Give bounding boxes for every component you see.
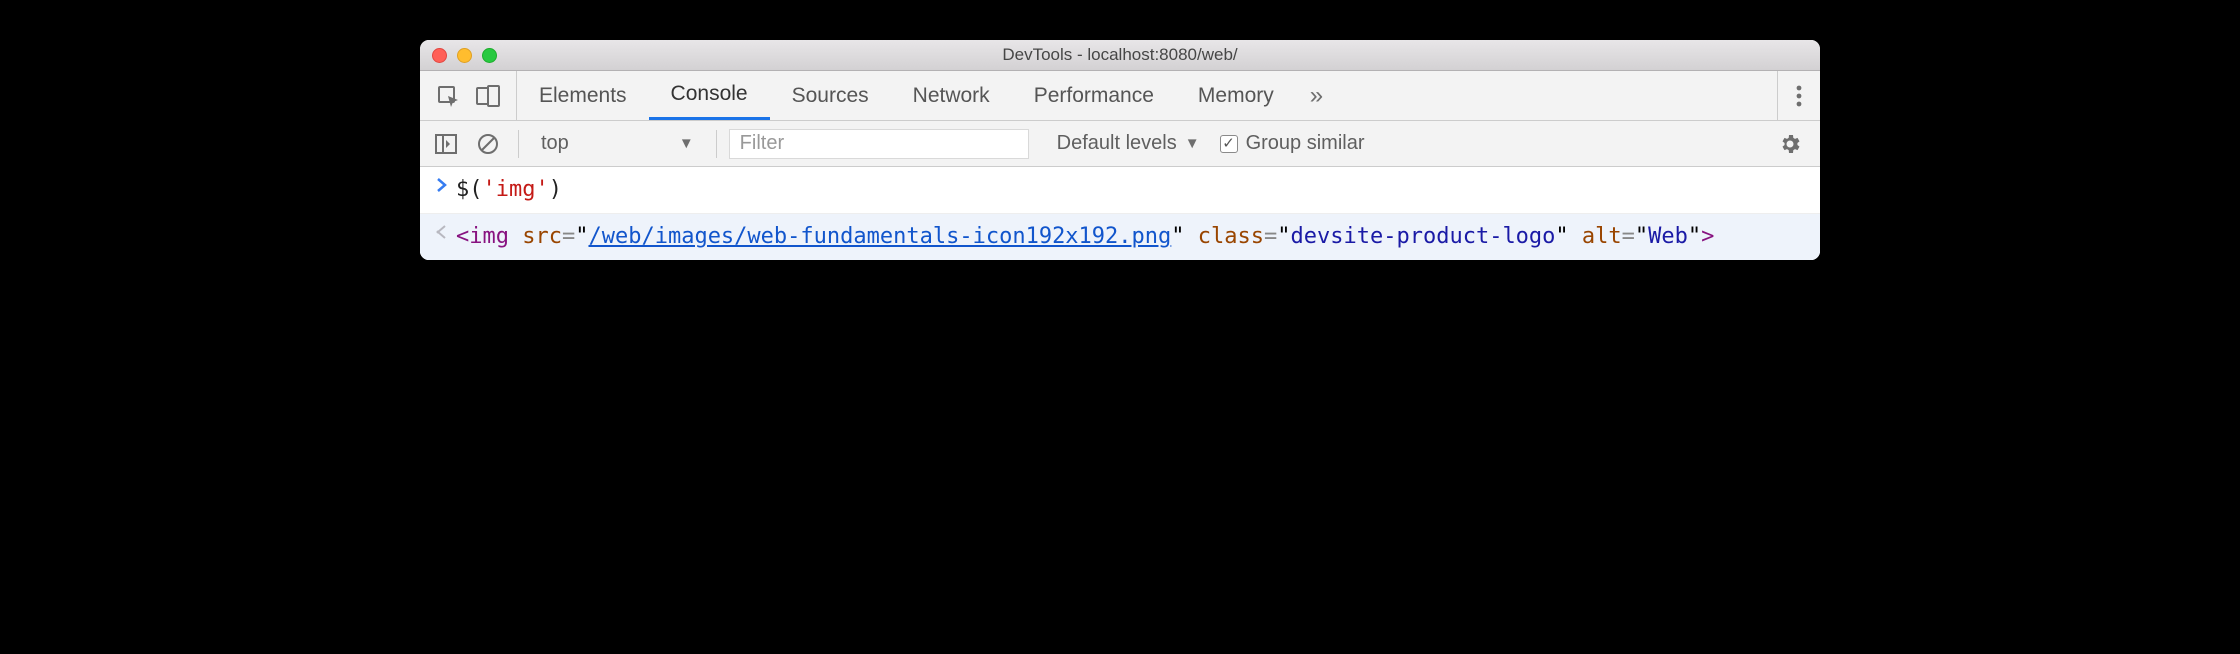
group-similar-toggle[interactable]: Group similar xyxy=(1220,132,1365,155)
checkbox-checked-icon[interactable] xyxy=(1220,135,1238,153)
console-input-row[interactable]: $('img') xyxy=(420,167,1820,214)
close-icon[interactable] xyxy=(432,48,447,63)
console-result-html: <img src="/web/images/web-fundamentals-i… xyxy=(456,220,1810,254)
window-controls xyxy=(420,48,497,63)
code-string: 'img' xyxy=(483,177,549,202)
separator xyxy=(518,130,519,158)
tab-elements[interactable]: Elements xyxy=(517,71,649,120)
chevron-down-icon: ▼ xyxy=(679,135,694,152)
levels-label: Default levels xyxy=(1057,132,1177,155)
titlebar: DevTools - localhost:8080/web/ xyxy=(420,40,1820,71)
tab-console[interactable]: Console xyxy=(649,71,770,120)
console-settings-icon[interactable] xyxy=(1776,126,1812,162)
console-output: $('img') <img src="/web/images/web-funda… xyxy=(420,167,1820,260)
clear-console-icon[interactable] xyxy=(470,126,506,162)
filter-input[interactable]: Filter xyxy=(729,129,1029,159)
tab-sources[interactable]: Sources xyxy=(770,71,891,120)
console-result-row[interactable]: <img src="/web/images/web-fundamentals-i… xyxy=(420,214,1820,260)
tabs-overflow-icon[interactable]: » xyxy=(1296,71,1337,120)
tab-performance[interactable]: Performance xyxy=(1012,71,1176,120)
device-toolbar-icon[interactable] xyxy=(470,78,506,114)
more-menu-icon[interactable] xyxy=(1777,71,1820,120)
execution-context-select[interactable]: top ▼ xyxy=(531,132,704,155)
devtools-window: DevTools - localhost:8080/web/ Elements … xyxy=(420,40,1820,260)
output-marker-icon xyxy=(428,220,456,241)
inspect-tools xyxy=(420,71,517,120)
chevron-down-icon: ▼ xyxy=(1185,135,1200,152)
console-input-code: $('img') xyxy=(456,173,1810,207)
input-prompt-icon xyxy=(428,173,456,194)
group-similar-label: Group similar xyxy=(1246,132,1365,155)
minimize-icon[interactable] xyxy=(457,48,472,63)
separator xyxy=(716,130,717,158)
panel-tabs: Elements Console Sources Network Perform… xyxy=(517,71,1337,120)
tab-memory[interactable]: Memory xyxy=(1176,71,1296,120)
code-fn: $ xyxy=(456,177,469,202)
zoom-icon[interactable] xyxy=(482,48,497,63)
console-toolbar: top ▼ Filter Default levels ▼ Group simi… xyxy=(420,121,1820,167)
window-title: DevTools - localhost:8080/web/ xyxy=(420,45,1820,65)
panel-tabbar: Elements Console Sources Network Perform… xyxy=(420,71,1820,121)
inspect-element-icon[interactable] xyxy=(430,78,466,114)
context-value: top xyxy=(541,132,569,155)
filter-placeholder: Filter xyxy=(740,132,784,155)
log-levels-select[interactable]: Default levels ▼ xyxy=(1057,132,1200,155)
toggle-sidebar-icon[interactable] xyxy=(428,126,464,162)
tab-network[interactable]: Network xyxy=(891,71,1012,120)
